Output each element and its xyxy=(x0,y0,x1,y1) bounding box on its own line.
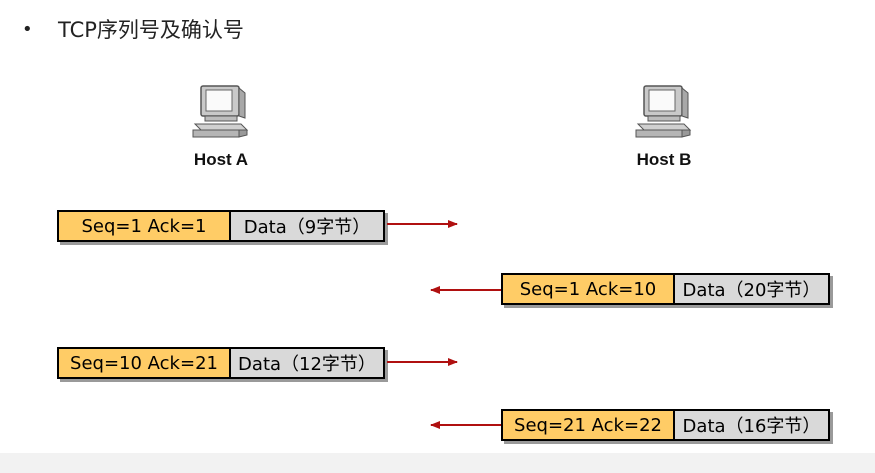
arrows-layer xyxy=(387,220,501,429)
